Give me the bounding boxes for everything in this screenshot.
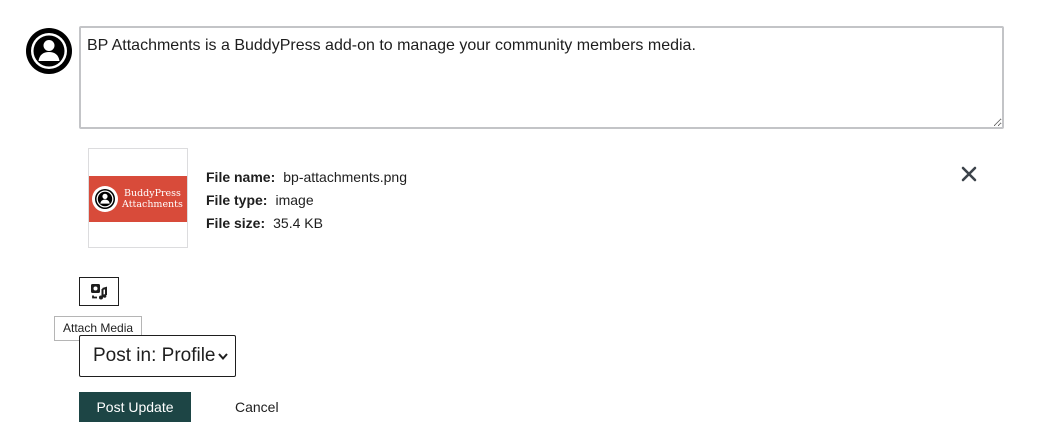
file-size-label: File size: xyxy=(206,215,266,231)
thumbnail-banner: BuddyPress Attachments xyxy=(89,176,187,222)
file-size-row: File size: 35.4 KB xyxy=(206,212,407,235)
file-info: File name: bp-attachments.png File type: i… xyxy=(206,166,407,235)
thumbnail-brand-line1: BuddyPress xyxy=(123,188,181,199)
post-in-selected-value: Post in: Profile xyxy=(93,345,216,366)
media-icon xyxy=(91,283,107,299)
attachment-thumbnail: BuddyPress Attachments xyxy=(88,148,188,248)
attach-media-button[interactable] xyxy=(79,277,119,306)
post-in-select[interactable]: Post in: Profile xyxy=(79,335,236,377)
file-type-label: File type: xyxy=(206,192,268,208)
file-name-value: bp-attachments.png xyxy=(283,169,407,185)
close-icon xyxy=(961,166,977,182)
user-avatar xyxy=(26,28,72,74)
file-name-row: File name: bp-attachments.png xyxy=(206,166,407,189)
chevron-down-icon xyxy=(218,353,228,361)
file-type-row: File type: image xyxy=(206,189,407,212)
file-name-label: File name: xyxy=(206,169,276,185)
thumbnail-brand-line2: Attachments xyxy=(122,199,183,210)
post-update-button[interactable]: Post Update xyxy=(79,392,191,422)
file-type-value: image xyxy=(275,192,314,208)
activity-textarea[interactable]: BP Attachments is a BuddyPress add-on to… xyxy=(79,26,1004,129)
buddypress-logo-icon xyxy=(92,186,118,212)
user-icon xyxy=(31,33,67,69)
cancel-link[interactable]: Cancel xyxy=(235,392,279,422)
file-size-value: 35.4 KB xyxy=(273,215,323,231)
remove-attachment-button[interactable] xyxy=(958,163,980,185)
